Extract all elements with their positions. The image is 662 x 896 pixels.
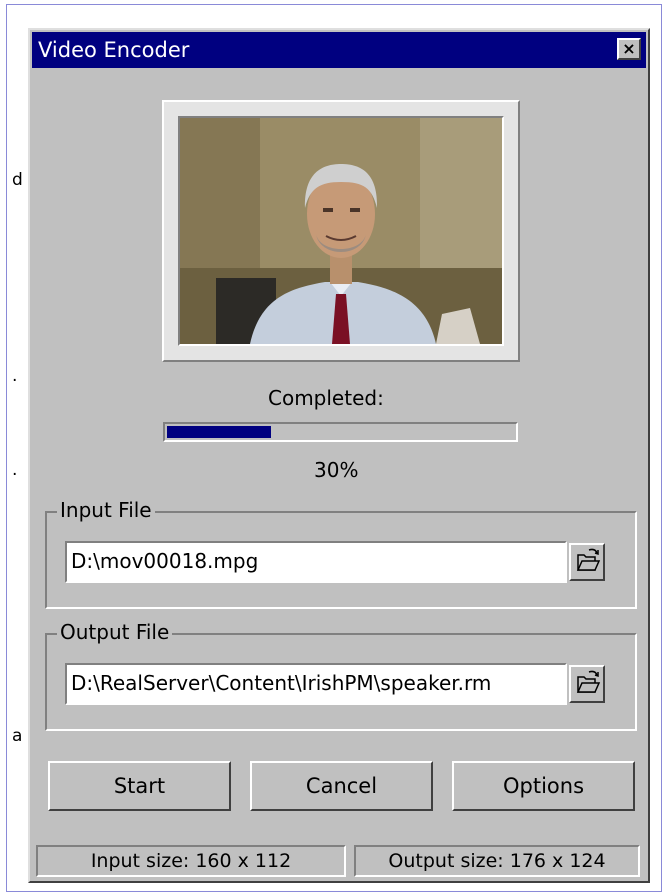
input-file-legend: Input File: [57, 498, 155, 522]
output-file-legend: Output File: [57, 620, 173, 644]
video-frame-image: [180, 118, 502, 344]
close-button[interactable]: ×: [617, 38, 641, 60]
options-button[interactable]: Options: [452, 761, 635, 811]
background-text-fragment: .: [12, 366, 18, 386]
input-file-field[interactable]: D:\mov00018.mpg: [65, 541, 567, 583]
input-browse-button[interactable]: [569, 543, 605, 581]
status-output-size: Output size: 176 x 124: [354, 845, 640, 877]
output-file-group: Output File D:\RealServer\Content\IrishP…: [45, 620, 637, 731]
progress-label: Completed:: [268, 386, 384, 410]
window-title: Video Encoder: [38, 38, 190, 62]
progress-bar-fill: [167, 426, 271, 438]
cancel-button[interactable]: Cancel: [250, 761, 433, 811]
output-browse-button[interactable]: [569, 665, 605, 703]
progress-bar: [163, 422, 518, 442]
background-text-fragment: d: [12, 170, 23, 190]
status-input-size: Input size: 160 x 112: [36, 845, 346, 877]
output-file-field[interactable]: D:\RealServer\Content\IrishPM\speaker.rm: [65, 663, 567, 705]
open-folder-icon: [576, 670, 601, 693]
background-text-fragment: .: [12, 460, 18, 480]
video-encoder-dialog: Video Encoder × Completed: 30% Input Fil…: [28, 28, 650, 883]
background-text-fragment: a: [12, 726, 23, 746]
title-bar[interactable]: Video Encoder ×: [32, 32, 646, 68]
video-preview-frame: [162, 100, 520, 362]
video-preview: [178, 116, 504, 346]
open-folder-icon: [576, 548, 601, 571]
progress-percent: 30%: [314, 458, 359, 482]
input-file-group: Input File D:\mov00018.mpg: [45, 498, 637, 609]
start-button[interactable]: Start: [48, 761, 231, 811]
close-icon: ×: [622, 39, 636, 58]
